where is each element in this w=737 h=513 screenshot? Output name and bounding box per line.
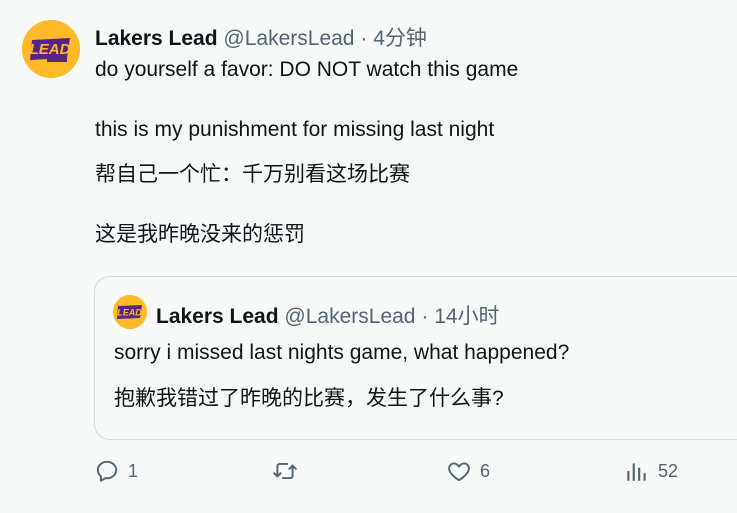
quoted-author-name: Lakers Lead <box>156 305 279 328</box>
tweet-header: Lakers Lead @LakersLead · 4分钟 <box>95 22 427 52</box>
avatar[interactable]: LEAD <box>22 20 80 78</box>
like-button[interactable]: 6 <box>446 458 490 484</box>
like-count: 6 <box>480 460 491 481</box>
tweet-text-line-4: 这是我昨晚没来的惩罚 <box>95 223 305 246</box>
timestamp[interactable]: 4分钟 <box>373 27 427 50</box>
lakers-lead-logo-icon: LEAD <box>113 295 147 329</box>
quoted-text-line-1: sorry i missed last nights game, what ha… <box>114 341 570 364</box>
quoted-timestamp: 14小时 <box>434 305 500 328</box>
reply-button[interactable]: 1 <box>94 458 138 484</box>
quoted-separator: · <box>421 305 429 328</box>
retweet-icon <box>273 462 297 480</box>
views-icon <box>627 463 646 481</box>
quoted-header: Lakers Lead @LakersLead · 14小时 <box>156 300 500 330</box>
heart-icon <box>448 462 470 482</box>
lakers-lead-logo-icon: LEAD <box>22 20 80 78</box>
svg-text:LEAD: LEAD <box>30 41 71 58</box>
quoted-tweet[interactable]: LEAD Lakers Lead @LakersLead · 14小时 sorr… <box>94 276 737 440</box>
views-button[interactable]: 52 <box>624 458 678 484</box>
tweet-text-line-1: do yourself a favor: DO NOT watch this g… <box>95 58 519 81</box>
tweet-text-line-3: 帮自己一个忙：千万别看这场比赛 <box>95 163 410 186</box>
author-handle[interactable]: @LakersLead <box>223 27 354 50</box>
retweet-button[interactable] <box>272 458 306 484</box>
separator: · <box>360 27 368 50</box>
quoted-text-line-2: 抱歉我错过了昨晚的比赛，发生了什么事? <box>114 387 504 410</box>
quoted-author-handle: @LakersLead <box>284 305 416 328</box>
reply-count: 1 <box>128 460 139 481</box>
action-bar: 1 6 52 <box>0 458 737 490</box>
quoted-avatar[interactable]: LEAD <box>113 295 147 329</box>
author-name[interactable]: Lakers Lead <box>95 27 218 50</box>
views-count: 52 <box>658 460 679 481</box>
tweet-text-line-2: this is my punishment for missing last n… <box>95 118 495 141</box>
reply-icon <box>96 460 118 482</box>
svg-text:LEAD: LEAD <box>117 308 142 318</box>
